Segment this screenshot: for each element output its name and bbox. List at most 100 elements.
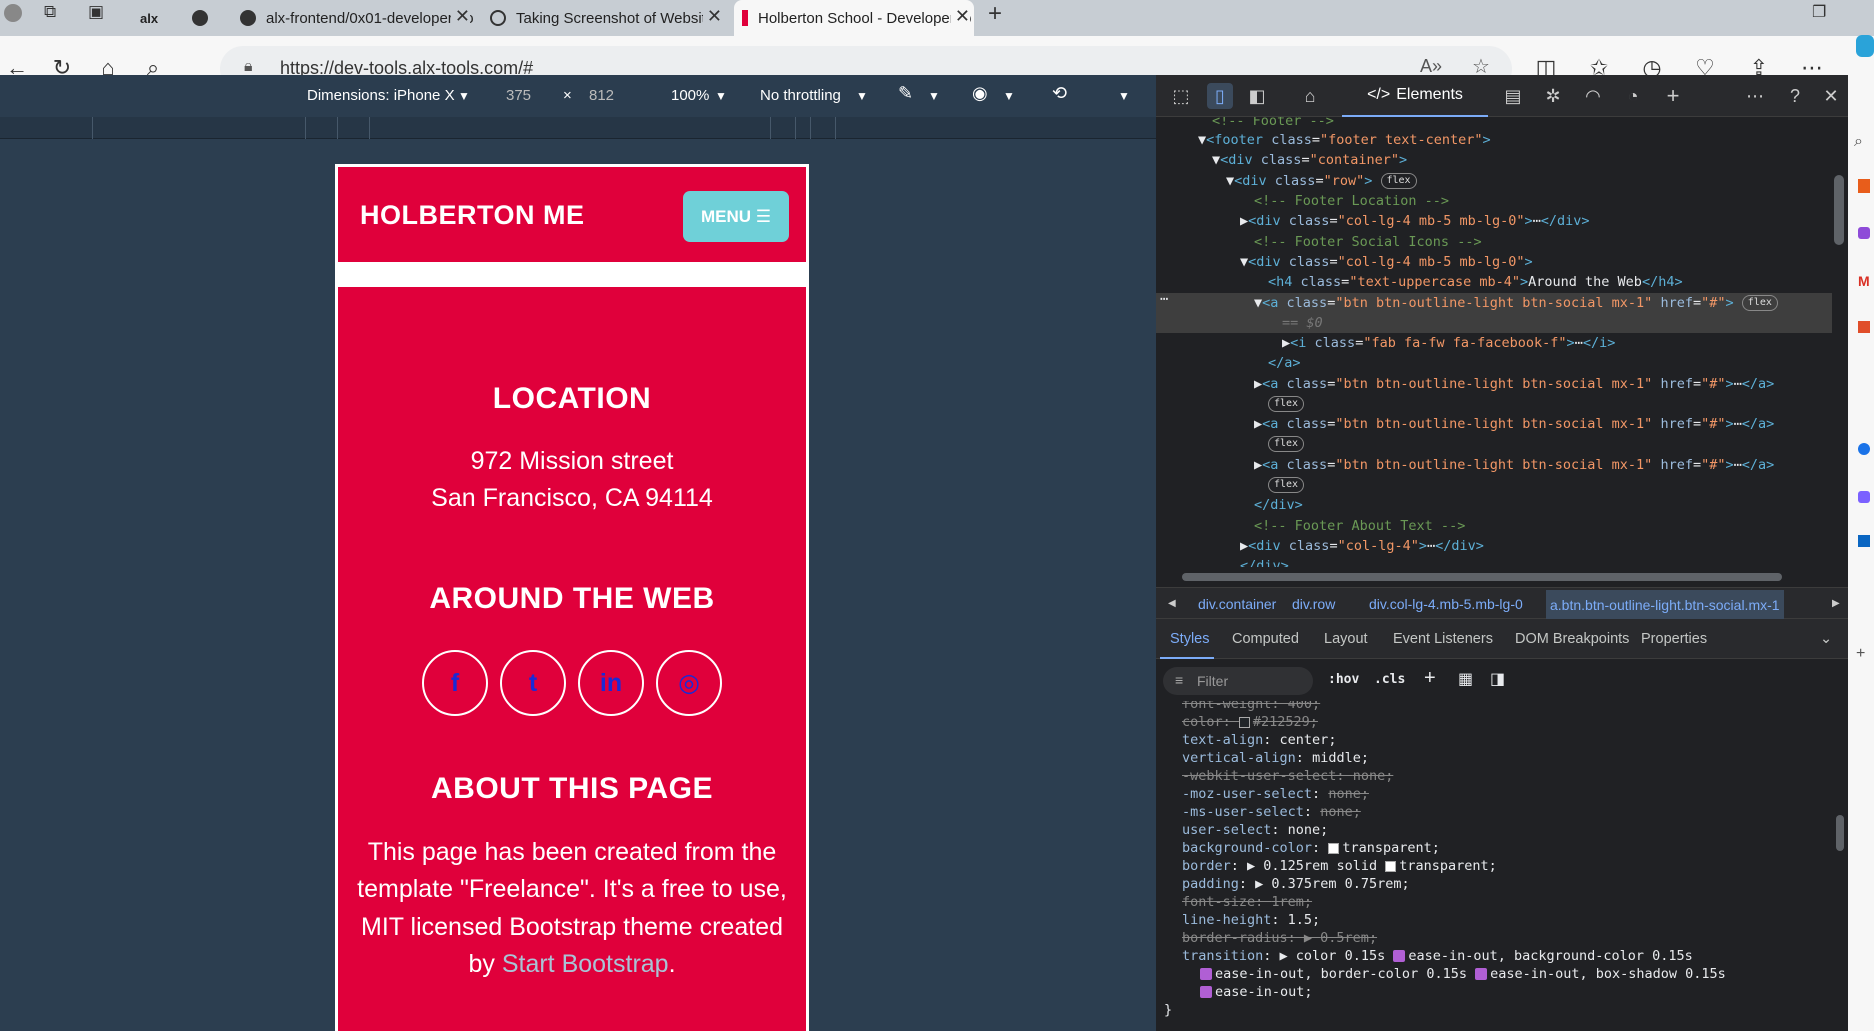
tab-alx[interactable]: alx xyxy=(128,0,172,36)
flex-badge[interactable]: flex xyxy=(1268,394,1305,414)
flex-badge[interactable]: flex xyxy=(1380,173,1417,189)
style-declaration[interactable]: font-weight: 400; xyxy=(1182,701,1320,713)
dom-horizontal-scrollbar[interactable] xyxy=(1156,567,1832,587)
computed-sidebar-icon[interactable]: ◨ xyxy=(1490,669,1505,689)
flex-badge[interactable]: flex xyxy=(1741,295,1778,311)
search-icon[interactable]: ⌕ xyxy=(1854,133,1863,151)
tab-github[interactable] xyxy=(180,0,224,36)
style-declaration-continued[interactable]: ease-in-out; xyxy=(1200,983,1313,1001)
performance-icon[interactable]: ◔ xyxy=(1620,83,1646,109)
add-tool-icon[interactable]: + xyxy=(1660,83,1686,109)
height-input[interactable]: 812 xyxy=(589,87,614,104)
style-declaration[interactable]: font-size: 1rem; xyxy=(1182,893,1312,911)
close-icon[interactable]: ✕ xyxy=(702,6,722,27)
media-query-ruler[interactable] xyxy=(0,117,1156,139)
close-icon[interactable]: ✕ xyxy=(1818,83,1844,109)
welcome-home-icon[interactable]: ⌂ xyxy=(1297,83,1323,109)
dom-node[interactable]: ▶<i class="fab fa-fw fa-facebook-f">⋯</i… xyxy=(1282,333,1615,353)
easing-editor-icon[interactable] xyxy=(1475,968,1488,980)
style-declaration[interactable]: -ms-user-select: none; xyxy=(1182,803,1361,821)
eyedropper-icon[interactable]: ✎ xyxy=(898,83,913,104)
more-options-icon[interactable]: ▼ xyxy=(1118,89,1130,103)
twitter-icon[interactable]: t xyxy=(500,650,566,716)
dom-node[interactable]: ▼<div class="col-lg-4 mb-5 mb-lg-0"> xyxy=(1240,252,1533,272)
tab-holberton[interactable]: Holberton School - Developer to ✕ xyxy=(734,0,974,36)
add-app-icon[interactable]: + xyxy=(1856,645,1865,663)
style-declaration[interactable]: -webkit-user-select: none; xyxy=(1182,767,1393,785)
dom-node[interactable]: <h4 class="text-uppercase mb-4">Around t… xyxy=(1268,272,1683,292)
element-state-icon[interactable]: ▦ xyxy=(1458,669,1473,689)
dom-node[interactable]: ▼<footer class="footer text-center"> xyxy=(1198,130,1491,150)
device-toggle-icon[interactable]: ▯ xyxy=(1207,83,1233,109)
lock-icon[interactable]: 🔒︎ xyxy=(244,58,253,76)
chevron-down-icon[interactable]: ⌄ xyxy=(1820,631,1832,647)
chevron-down-icon[interactable]: ▼ xyxy=(1003,89,1015,103)
breadcrumb-back-icon[interactable]: ◀ xyxy=(1168,598,1176,609)
easing-editor-icon[interactable] xyxy=(1200,968,1212,980)
filter-input[interactable]: ≡ Filter xyxy=(1163,667,1313,695)
console-icon[interactable]: ▤ xyxy=(1500,83,1526,109)
styles-vertical-scrollbar[interactable] xyxy=(1836,815,1844,851)
breadcrumb-forward-icon[interactable]: ▶ xyxy=(1832,598,1840,609)
dom-tree[interactable]: <!-- Footer --> ▼<footer class="footer t… xyxy=(1156,117,1832,567)
dom-node[interactable]: ▶<a class="btn btn-outline-light btn-soc… xyxy=(1254,414,1774,434)
copilot-icon[interactable] xyxy=(1856,35,1874,57)
tab-elements[interactable]: </> Elements xyxy=(1342,75,1488,117)
inspect-icon[interactable]: ⬚ xyxy=(1168,83,1194,109)
tab-layout[interactable]: Layout xyxy=(1324,631,1368,647)
site-brand[interactable]: HOLBERTON ME xyxy=(360,200,585,231)
throttling-dropdown[interactable]: No throttling xyxy=(760,87,841,104)
tools-icon[interactable] xyxy=(1858,227,1870,239)
office-icon[interactable] xyxy=(1858,321,1870,333)
tab-screenshot[interactable]: Taking Screenshot of Website ✕ xyxy=(482,0,726,36)
dom-node-selected[interactable]: ⋯ ▼<a class="btn btn-outline-light btn-s… xyxy=(1156,291,1832,333)
style-declaration[interactable]: border: ▶ 0.125rem solid transparent; xyxy=(1182,857,1497,875)
close-icon[interactable]: ✕ xyxy=(450,6,470,27)
cls-toggle[interactable]: .cls xyxy=(1374,672,1405,687)
games-icon[interactable] xyxy=(1858,491,1870,503)
style-declaration[interactable]: -moz-user-select: none; xyxy=(1182,785,1369,803)
dom-node[interactable]: ▶<div class="col-lg-4 mb-5 mb-lg-0">⋯</d… xyxy=(1240,211,1590,231)
more-tools-icon[interactable]: ⋯ xyxy=(1742,83,1768,109)
start-bootstrap-link[interactable]: Start Bootstrap xyxy=(502,950,669,978)
workspaces-icon[interactable]: ⧉ xyxy=(44,2,56,22)
restore-window-icon[interactable]: ❐ xyxy=(1812,2,1826,22)
profile-avatar[interactable] xyxy=(4,4,22,22)
style-declaration[interactable]: color: #212529; xyxy=(1182,713,1318,731)
dom-vertical-scrollbar[interactable] xyxy=(1834,175,1844,245)
style-declaration[interactable]: padding: ▶ 0.375rem 0.75rem; xyxy=(1182,875,1410,893)
style-declaration-continued[interactable]: ease-in-out, border-color 0.15s ease-in-… xyxy=(1200,965,1726,983)
tab-alx-frontend[interactable]: alx-frontend/0x01-developer_to ✕ xyxy=(232,0,474,36)
sources-bug-icon[interactable]: ✲ xyxy=(1540,83,1566,109)
chevron-down-icon[interactable]: ▼ xyxy=(856,89,868,103)
vertical-tabs-icon[interactable]: ▣ xyxy=(88,2,104,22)
dom-node[interactable]: ▶<a class="btn btn-outline-light btn-soc… xyxy=(1254,455,1774,475)
shopping-icon[interactable] xyxy=(1858,179,1870,193)
styles-pane[interactable]: font-weight: 400; color: #212529; text-a… xyxy=(1156,701,1832,1031)
breadcrumb-item[interactable]: div.container xyxy=(1198,596,1276,612)
flex-badge[interactable]: flex xyxy=(1268,475,1305,495)
dom-node[interactable]: ▶<a class="btn btn-outline-light btn-soc… xyxy=(1254,374,1774,394)
read-aloud-icon[interactable]: A» xyxy=(1420,56,1442,77)
network-icon[interactable]: ◠ xyxy=(1580,83,1606,109)
chevron-down-icon[interactable]: ▼ xyxy=(928,89,940,103)
menu-button[interactable]: MENU ☰ xyxy=(683,191,789,242)
tab-properties[interactable]: Properties xyxy=(1641,631,1707,647)
style-declaration[interactable]: transition: ▶ color 0.15s ease-in-out, b… xyxy=(1182,947,1693,965)
facebook-icon[interactable]: f xyxy=(422,650,488,716)
style-declaration[interactable]: line-height: 1.5; xyxy=(1182,911,1320,929)
linkedin-icon[interactable] xyxy=(1858,535,1870,547)
close-icon[interactable]: ✕ xyxy=(950,6,970,27)
tab-dom-breakpoints[interactable]: DOM Breakpoints xyxy=(1515,631,1629,647)
style-declaration[interactable]: border-radius: ▶ 0.5rem; xyxy=(1182,929,1377,947)
tab-event-listeners[interactable]: Event Listeners xyxy=(1393,631,1493,647)
dom-node[interactable]: ▶<div class="col-lg-4">⋯</div> xyxy=(1240,536,1484,556)
rotate-icon[interactable]: ⟲ xyxy=(1052,83,1067,104)
easing-editor-icon[interactable] xyxy=(1200,986,1212,998)
flex-badge[interactable]: flex xyxy=(1268,434,1305,454)
color-swatch[interactable] xyxy=(1328,842,1340,854)
style-declaration[interactable]: vertical-align: middle; xyxy=(1182,749,1369,767)
new-rule-icon[interactable]: + xyxy=(1424,667,1436,690)
dimensions-dropdown[interactable]: Dimensions: iPhone X xyxy=(307,87,455,104)
style-declaration[interactable]: background-color: transparent; xyxy=(1182,839,1440,857)
